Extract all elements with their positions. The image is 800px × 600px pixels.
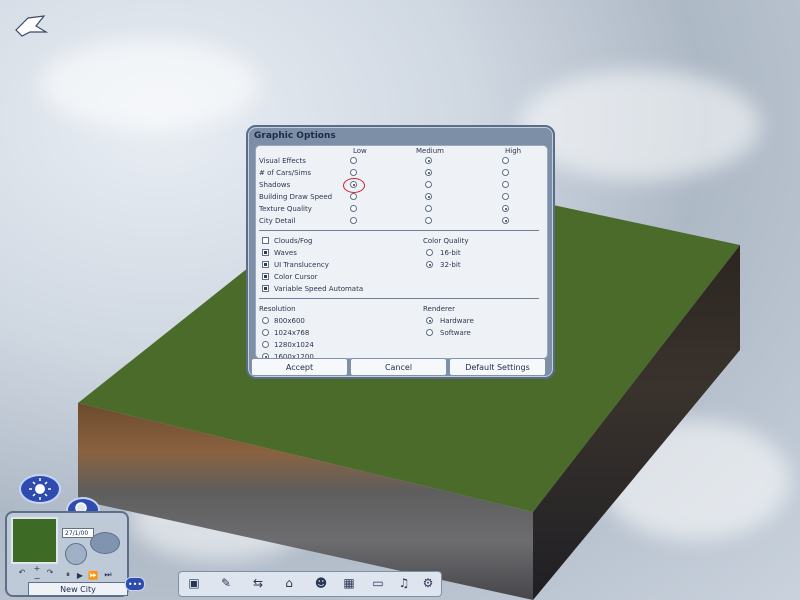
zoom-in-button[interactable]: + (31, 563, 43, 573)
city-detail-low-radio[interactable] (350, 217, 357, 224)
draw-speed-low-radio[interactable] (350, 193, 357, 200)
default-settings-button[interactable]: Default Settings (449, 358, 546, 376)
more-options-button[interactable]: ••• (125, 577, 145, 591)
color-cursor-label: Color Cursor (274, 273, 318, 281)
budget-icon[interactable]: ✎ (218, 575, 234, 591)
res-1280x1024-label: 1280x1024 (274, 341, 314, 349)
rotate-left-icon[interactable]: ↶ (16, 567, 28, 577)
sun-button[interactable] (19, 474, 61, 504)
rotate-button[interactable] (65, 543, 87, 565)
renderer-software-label: Software (440, 329, 471, 337)
color-16bit-radio[interactable] (426, 249, 433, 256)
cars-sims-low-radio[interactable] (350, 169, 357, 176)
dialog-title: Graphic Options (254, 131, 336, 141)
date-display: 27/1/00 (62, 528, 94, 538)
visual-effects-low-radio[interactable] (350, 157, 357, 164)
renderer-software-radio[interactable] (426, 329, 433, 336)
shadows-medium-radio[interactable] (425, 181, 432, 188)
column-high: High (505, 147, 522, 155)
separator (259, 298, 539, 299)
play-icon[interactable]: ▶ (74, 570, 86, 580)
renderer-label: Renderer (423, 305, 455, 313)
disaster-icon[interactable]: ▦ (341, 575, 357, 591)
res-1024x768-radio[interactable] (262, 329, 269, 336)
draw-speed-medium-radio[interactable] (425, 193, 432, 200)
zoom-button[interactable] (90, 532, 120, 554)
column-medium: Medium (416, 147, 444, 155)
clouds-fog-label: Clouds/Fog (274, 237, 313, 245)
city-detail-high-radio[interactable] (502, 217, 509, 224)
column-low: Low (353, 147, 367, 155)
waves-checkbox[interactable] (262, 249, 269, 256)
texture-medium-radio[interactable] (425, 205, 432, 212)
ui-translucency-checkbox[interactable] (262, 261, 269, 268)
fastest-icon[interactable]: ⏭ (102, 570, 114, 580)
city-detail-medium-radio[interactable] (425, 217, 432, 224)
resolution-label: Resolution (259, 305, 296, 313)
res-800x600-radio[interactable] (262, 317, 269, 324)
city-name: New City (28, 582, 128, 596)
res-800x600-label: 800x600 (274, 317, 305, 325)
row-label-city-detail: City Detail (259, 217, 296, 225)
shadows-high-radio[interactable] (502, 181, 509, 188)
renderer-hardware-label: Hardware (440, 317, 474, 325)
row-label-texture-quality: Texture Quality (259, 205, 312, 213)
zone-icon[interactable]: ⌂ (281, 575, 297, 591)
shadows-low-radio[interactable] (350, 181, 357, 188)
variable-speed-automata-label: Variable Speed Automata (274, 285, 364, 293)
advisors-icon[interactable]: ☻ (313, 575, 329, 591)
pause-icon[interactable]: ⏸ (62, 570, 74, 580)
graphic-options-dialog: Graphic Options Low Medium High Visual E… (246, 125, 555, 379)
sun-icon (29, 478, 51, 500)
sound-icon[interactable]: ♫ (396, 575, 412, 591)
options-icon[interactable]: ⚙ (420, 575, 436, 591)
clouds-fog-checkbox[interactable] (262, 237, 269, 244)
row-label-cars-sims: # of Cars/Sims (259, 169, 311, 177)
waves-label: Waves (274, 249, 297, 257)
draw-speed-high-radio[interactable] (502, 193, 509, 200)
color-quality-label: Color Quality (423, 237, 469, 245)
color-32bit-label: 32-bit (440, 261, 461, 269)
cars-sims-high-radio[interactable] (502, 169, 509, 176)
rotate-right-icon[interactable]: ↷ (44, 567, 56, 577)
row-label-visual-effects: Visual Effects (259, 157, 306, 165)
cancel-button[interactable]: Cancel (350, 358, 447, 376)
row-label-building-draw-speed: Building Draw Speed (259, 193, 333, 201)
display-icon[interactable]: ▭ (370, 575, 386, 591)
fast-icon[interactable]: ⏩ (87, 570, 99, 580)
color-16bit-label: 16-bit (440, 249, 461, 257)
save-icon[interactable]: ▣ (186, 575, 202, 591)
cars-sims-medium-radio[interactable] (425, 169, 432, 176)
ui-translucency-label: UI Translucency (274, 261, 329, 269)
separator (259, 230, 539, 231)
accept-button[interactable]: Accept (251, 358, 348, 376)
transit-icon[interactable]: ⇆ (250, 575, 266, 591)
texture-low-radio[interactable] (350, 205, 357, 212)
res-1024x768-label: 1024x768 (274, 329, 310, 337)
options-panel: Low Medium High Visual Effects # of Cars… (255, 145, 548, 361)
row-label-shadows: Shadows (259, 181, 291, 189)
visual-effects-medium-radio[interactable] (425, 157, 432, 164)
renderer-hardware-radio[interactable] (426, 317, 433, 324)
variable-speed-automata-checkbox[interactable] (262, 285, 269, 292)
visual-effects-high-radio[interactable] (502, 157, 509, 164)
res-1280x1024-radio[interactable] (262, 341, 269, 348)
minimap[interactable] (11, 517, 58, 564)
color-cursor-checkbox[interactable] (262, 273, 269, 280)
color-32bit-radio[interactable] (426, 261, 433, 268)
texture-high-radio[interactable] (502, 205, 509, 212)
